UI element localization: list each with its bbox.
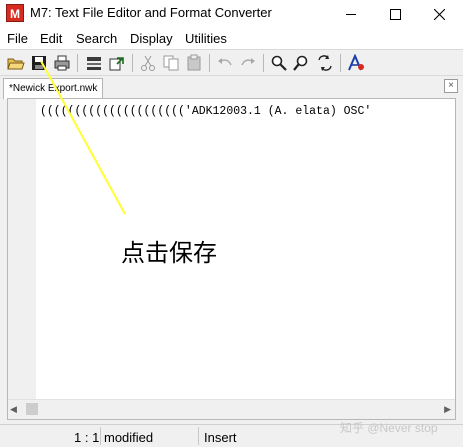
annotation-text: 点击保存 [121, 239, 217, 267]
watermark: 知乎 @Never stop [340, 421, 438, 435]
annotation-arrow-line [40, 60, 126, 215]
